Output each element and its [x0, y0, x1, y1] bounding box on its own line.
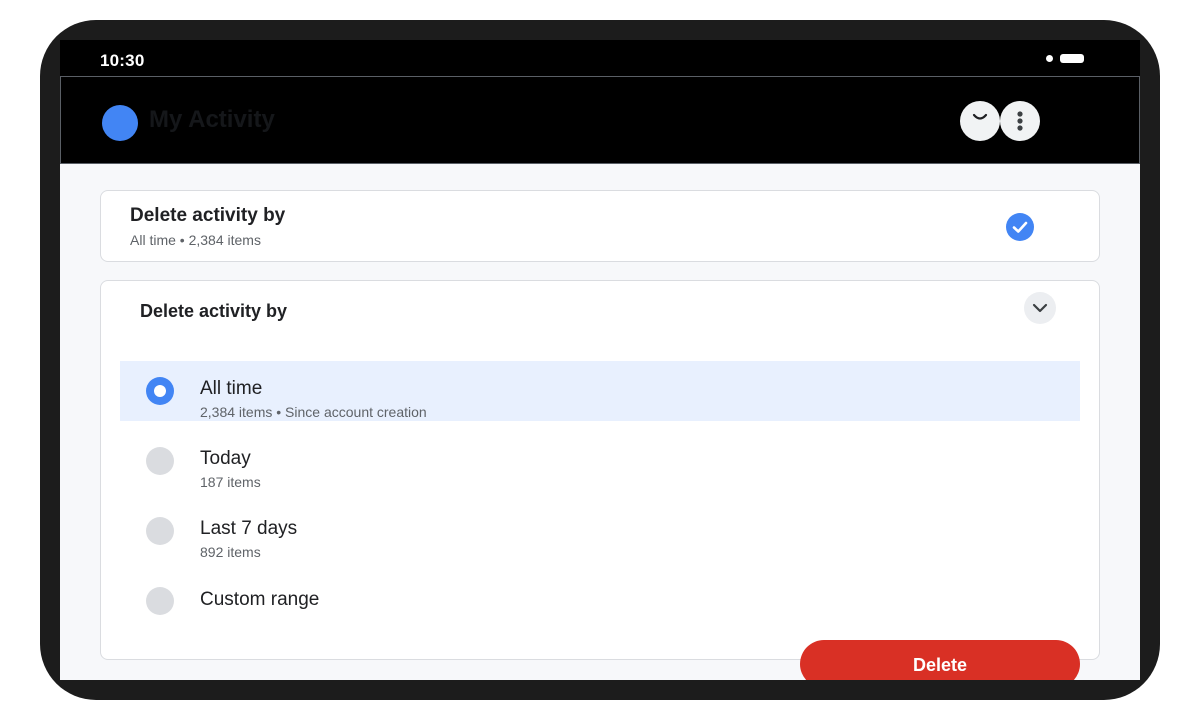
- radio-unselected-icon[interactable]: [146, 587, 174, 615]
- status-time: 10:30: [100, 51, 145, 70]
- option-label: Custom range: [200, 589, 320, 610]
- collapse-button[interactable]: [1024, 292, 1056, 324]
- delete-options-panel: Delete activity by All time 2,384 items …: [100, 280, 1100, 660]
- delete-button[interactable]: Delete: [800, 640, 1080, 680]
- option-all-time[interactable]: All time 2,384 items • Since account cre…: [120, 361, 1080, 421]
- option-today[interactable]: Today 187 items: [120, 431, 1080, 491]
- summary-subtitle: All time • 2,384 items: [130, 232, 261, 248]
- app-bar: My Activity: [60, 76, 1140, 164]
- battery-icon: [1060, 54, 1084, 63]
- panel-title: Delete activity by: [140, 301, 288, 321]
- option-custom-range[interactable]: Custom range: [120, 571, 1080, 631]
- account-icon: [972, 113, 988, 120]
- device-frame: 10:30 My Activity Delete activity by All…: [40, 20, 1160, 700]
- radio-unselected-icon[interactable]: [146, 517, 174, 545]
- check-circle-icon: [1006, 213, 1034, 241]
- radio-unselected-icon[interactable]: [146, 447, 174, 475]
- summary-title: Delete activity by: [130, 205, 286, 226]
- option-label: Last 7 days: [200, 518, 298, 539]
- screen: 10:30 My Activity Delete activity by All…: [60, 40, 1140, 680]
- radio-selected-icon[interactable]: [146, 377, 174, 405]
- option-subtitle: 2,384 items • Since account creation: [200, 404, 427, 420]
- more-vert-icon: [1017, 111, 1023, 131]
- option-subtitle: 892 items: [200, 544, 261, 560]
- account-button[interactable]: [960, 101, 1000, 141]
- more-options-button[interactable]: [1000, 101, 1040, 141]
- option-subtitle: 187 items: [200, 474, 261, 490]
- google-logo-icon: [102, 105, 138, 141]
- signal-dot-icon: [1046, 55, 1053, 62]
- option-last-7-days[interactable]: Last 7 days 892 items: [120, 501, 1080, 561]
- app-title: My Activity: [149, 106, 275, 133]
- summary-card[interactable]: Delete activity by All time • 2,384 item…: [100, 190, 1100, 262]
- option-label: All time: [200, 378, 263, 399]
- status-bar: 10:30: [60, 40, 1140, 76]
- option-label: Today: [200, 448, 251, 469]
- chevron-down-icon: [1032, 303, 1048, 313]
